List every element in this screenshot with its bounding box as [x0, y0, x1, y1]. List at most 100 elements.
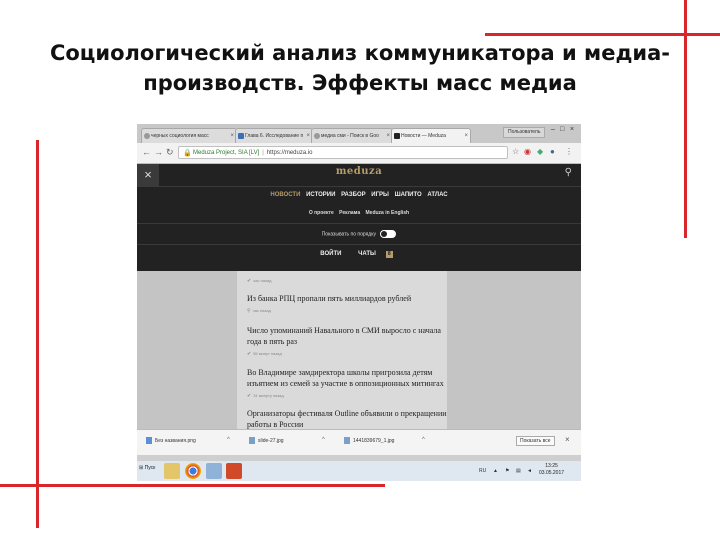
close-tab-icon[interactable]: ×: [386, 129, 390, 143]
slide-title-line-2: производств. Эффекты масс медиа: [143, 71, 577, 95]
tab-2[interactable]: Глава 6. Исследование п ×: [235, 128, 313, 143]
menu-divider: [137, 223, 581, 224]
close-tab-icon[interactable]: ×: [230, 129, 234, 143]
url-field[interactable]: 🔒 Meduza Project, SIA [LV] | https://meduz…: [178, 146, 508, 159]
order-toggle-row: Показывать по порядку: [137, 230, 581, 238]
download-filename: 1441839679_1.jpg: [353, 437, 395, 444]
volume-icon[interactable]: ◄: [527, 468, 532, 474]
news-item[interactable]: Организаторы фестиваля Outline объявили …: [247, 408, 447, 429]
windows-taskbar: ⊞ Пуск RU ▲ ⚑ ▤ ◄ 13:25 03.05.2017: [137, 461, 581, 481]
chevron-up-icon[interactable]: ^: [322, 437, 325, 443]
news-meta: 55 минут назад: [253, 351, 282, 356]
reload-icon[interactable]: ↻: [166, 147, 174, 158]
close-window-icon[interactable]: ×: [570, 126, 574, 133]
address-bar: ← → ↻ 🔒 Meduza Project, SIA [LV] | https:/…: [137, 143, 581, 164]
language-indicator[interactable]: RU: [479, 468, 486, 474]
menu-nav: НОВОСТИ ИСТОРИИ РАЗБОР ИГРЫ ШАПИТО АТЛАС: [137, 192, 581, 198]
slide-title-line-1: Социологический анализ коммуникатора и м…: [49, 41, 671, 65]
page-content: ✔ час назад Из банка РПЦ пропали пять мил…: [137, 271, 581, 429]
menu-bottom-links: ВОЙТИ ЧАТЫ 8: [137, 251, 581, 258]
tab-3[interactable]: медиа сми - Поиск в Goo ×: [311, 128, 393, 143]
browser-screenshot: черных социология масс × Глава 6. Исслед…: [137, 124, 581, 481]
news-title[interactable]: Организаторы фестиваля Outline объявили …: [247, 408, 447, 429]
clock[interactable]: 13:25 03.05.2017: [539, 463, 564, 477]
news-meta: 31 минуту назад: [253, 393, 284, 398]
forward-icon[interactable]: →: [154, 147, 163, 157]
nav-shapito[interactable]: ШАПИТО: [395, 192, 422, 198]
red-line-bottom-left-h: [0, 484, 385, 487]
nav-games[interactable]: ИГРЫ: [371, 192, 389, 198]
tab-label: Глава 6. Исследование п: [245, 133, 304, 139]
order-toggle[interactable]: [380, 230, 397, 238]
news-title[interactable]: Во Владимире замдиректора школы пригрози…: [247, 367, 447, 389]
tab-label: медиа сми - Поиск в Goo: [321, 133, 379, 139]
chrome-icon[interactable]: [185, 463, 201, 479]
menu-divider: [137, 186, 581, 187]
download-filename: Без названия.png: [155, 437, 196, 444]
maximize-icon[interactable]: □: [560, 126, 564, 133]
download-item[interactable]: Без названия.png ^: [146, 437, 230, 444]
news-item[interactable]: ✔ час назад: [247, 274, 447, 284]
news-meta: час назад: [253, 278, 272, 283]
clock-date: 03.05.2017: [539, 470, 565, 476]
flag-icon[interactable]: ⚑: [505, 468, 509, 474]
nav-atlas[interactable]: АТЛАС: [427, 192, 447, 198]
google-favicon-icon: [314, 133, 320, 139]
meduza-menu-overlay: × meduza ⚲ НОВОСТИ ИСТОРИИ РАЗБОР ИГРЫ Ш…: [137, 164, 581, 271]
network-icon[interactable]: ▤: [516, 468, 521, 474]
nav-stories[interactable]: ИСТОРИИ: [306, 192, 335, 198]
start-button[interactable]: ⊞ Пуск: [139, 465, 155, 471]
meduza-logo[interactable]: meduza: [137, 166, 581, 177]
show-all-downloads-button[interactable]: Показать все: [516, 436, 555, 446]
download-filename: slide-27.jpg: [258, 437, 284, 444]
tab-label: черных социология масс: [151, 133, 209, 139]
news-title[interactable]: Число упоминаний Навального в СМИ выросл…: [247, 325, 447, 347]
url-text: https://meduza.io: [266, 150, 313, 156]
check-icon: ✔: [247, 351, 252, 357]
news-item[interactable]: Число упоминаний Навального в СМИ выросл…: [247, 325, 447, 357]
chrome-menu-icon[interactable]: ⋮: [565, 147, 573, 156]
menu-divider: [137, 244, 581, 245]
news-item[interactable]: Из банка РПЦ пропали пять миллиардов руб…: [247, 293, 447, 314]
extension-icon[interactable]: ◉: [524, 147, 531, 156]
news-feed: ✔ час назад Из банка РПЦ пропали пять мил…: [237, 271, 447, 429]
powerpoint-icon[interactable]: [226, 463, 242, 479]
back-icon[interactable]: ←: [142, 147, 151, 157]
google-favicon-icon: [144, 133, 150, 139]
link-about[interactable]: О проекте: [309, 210, 334, 216]
close-tab-icon[interactable]: ×: [306, 129, 310, 143]
link-ads[interactable]: Реклама: [339, 210, 360, 216]
download-item[interactable]: slide-27.jpg ^: [249, 437, 325, 444]
nav-news[interactable]: НОВОСТИ: [270, 192, 300, 198]
menu-sub-links: О проекте Реклама Meduza in English: [137, 210, 581, 216]
check-icon: ✔: [247, 278, 252, 284]
nav-analysis[interactable]: РАЗБОР: [341, 192, 366, 198]
bookmark-star-icon[interactable]: ☆: [512, 147, 519, 156]
chats-link[interactable]: ЧАТЫ 8: [353, 251, 398, 258]
tab-4-active[interactable]: Новости — Meduza ×: [391, 128, 471, 143]
user-profile-button[interactable]: Пользователь: [503, 127, 546, 138]
png-file-icon: [146, 437, 152, 444]
minimize-icon[interactable]: –: [551, 126, 555, 133]
close-tab-icon[interactable]: ×: [464, 129, 468, 143]
close-downloads-icon[interactable]: ×: [565, 435, 570, 444]
lock-icon: 🔒: [183, 150, 192, 157]
order-toggle-label: Показывать по порядку: [321, 231, 376, 238]
explorer-folder-icon[interactable]: [206, 463, 222, 479]
tab-1[interactable]: черных социология масс ×: [141, 128, 237, 143]
tray-arrow-icon[interactable]: ▲: [493, 468, 498, 474]
link-english[interactable]: Meduza in English: [366, 210, 410, 216]
news-title[interactable]: Из банка РПЦ пропали пять миллиардов руб…: [247, 293, 447, 304]
login-link[interactable]: ВОЙТИ: [320, 251, 341, 257]
file-explorer-icon[interactable]: [164, 463, 180, 479]
download-item[interactable]: 1441839679_1.jpg ^: [344, 437, 425, 444]
red-line-bottom-left-v: [36, 140, 39, 528]
extension-icon[interactable]: ◆: [537, 147, 543, 156]
search-icon[interactable]: ⚲: [565, 167, 572, 178]
news-item[interactable]: Во Владимире замдиректора школы пригрози…: [247, 367, 447, 399]
site-identity: Meduza Project, SIA [LV]: [193, 150, 260, 156]
chevron-up-icon[interactable]: ^: [422, 437, 425, 443]
extension-icon[interactable]: ●: [550, 147, 555, 156]
chevron-up-icon[interactable]: ^: [227, 437, 230, 443]
check-icon: ✔: [247, 393, 252, 399]
